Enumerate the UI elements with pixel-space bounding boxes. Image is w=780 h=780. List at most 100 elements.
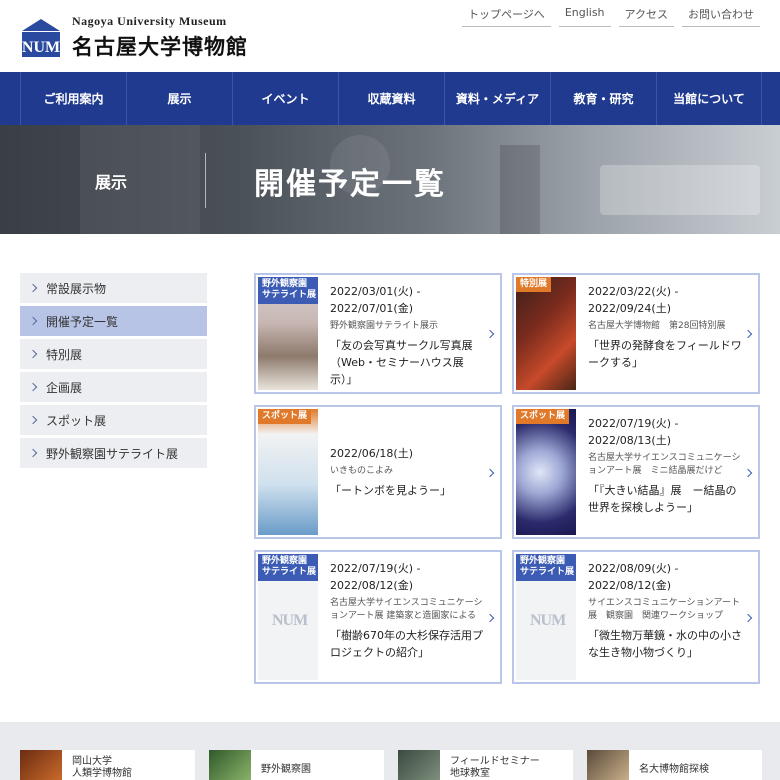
chevron-right-icon xyxy=(743,329,753,339)
svg-text:NUM: NUM xyxy=(22,39,60,56)
banner-okayama[interactable]: 岡山大学 人類学博物館 xyxy=(20,750,195,780)
sidebar-item-label: 野外観察園サテライト展 xyxy=(46,446,179,461)
exhibition-thumbnail: 野外観察園 サテライト展 NUM xyxy=(516,554,576,680)
exhibition-date: 2022/07/19(火) - 2022/08/12(金) xyxy=(330,562,421,592)
exhibition-thumbnail: 野外観察園 サテライト展 xyxy=(258,277,318,390)
exhibition-thumbnail: 特別展 xyxy=(516,277,576,390)
placeholder-logo-icon: NUM xyxy=(530,612,566,629)
footer-banner-strip: 岡山大学 人類学博物館 野外観察園 フィールドセミナー 地球教室 名大博物館探検 xyxy=(0,722,780,780)
global-nav: ご利用案内 展示 イベント 収蔵資料 資料・メディア 教育・研究 当館について xyxy=(0,72,780,125)
hero-divider xyxy=(205,153,206,208)
hero-decor-panel xyxy=(600,165,760,215)
page-title: 開催予定一覧 xyxy=(254,167,446,202)
logo-english-name: Nagoya University Museum xyxy=(72,14,227,28)
exhibition-organizer: いきものこよみ xyxy=(330,466,394,476)
chevron-right-icon xyxy=(485,613,495,623)
exhibition-organizer: 名古屋大学サイエンスコミュニケーションアート展 建築家と造園家による xyxy=(330,598,483,621)
sidebar-item-label: 特別展 xyxy=(46,347,83,362)
exhibition-date: 2022/03/22(火) - 2022/09/24(土) xyxy=(588,285,679,315)
banner-field-seminar[interactable]: フィールドセミナー 地球教室 xyxy=(398,750,573,780)
category-tag: 野外観察園 サテライト展 xyxy=(516,554,576,581)
exhibition-date: 2022/06/18(土) xyxy=(330,447,413,460)
museum-logo-icon: NUM xyxy=(20,17,62,59)
exhibition-title: 「『大きい結晶』展 ー結晶の世界を探検しようー」 xyxy=(588,484,737,514)
sidebar-item-label: 企画展 xyxy=(46,380,83,395)
util-link-contact[interactable]: お問い合わせ xyxy=(682,4,760,27)
nav-item-education[interactable]: 教育・研究 xyxy=(550,72,656,125)
hero-section-label: 展示 xyxy=(95,173,128,192)
util-link-top[interactable]: トップページへ xyxy=(462,4,551,27)
chevron-right-icon xyxy=(485,329,495,339)
page-hero: 展示 開催予定一覧 xyxy=(0,125,780,234)
exhibition-organizer: 名古屋大学サイエンスコミュニケーションアート展 ミニ結晶展だけど xyxy=(588,453,741,476)
chevron-right-icon xyxy=(28,283,38,293)
banner-label: 岡山大学 人類学博物館 xyxy=(72,756,132,779)
nav-item-about[interactable]: 当館について xyxy=(656,72,762,125)
exhibition-organizer: サイエンスコミュニケーションアート展 観察園 関連ワークショップ xyxy=(588,598,741,621)
exhibition-card[interactable]: スポット展 2022/07/19(火) - 2022/08/13(土) 名古屋大… xyxy=(512,405,760,539)
chevron-right-icon xyxy=(28,448,38,458)
chevron-right-icon xyxy=(485,468,495,478)
util-link-english[interactable]: English xyxy=(558,4,611,27)
exhibition-date: 2022/03/01(火) - 2022/07/01(金) xyxy=(330,285,421,315)
exhibition-thumbnail: スポット展 xyxy=(258,409,318,535)
exhibition-card[interactable]: 特別展 2022/03/22(火) - 2022/09/24(土) 名古屋大学博… xyxy=(512,273,760,394)
exhibition-thumbnail: スポット展 xyxy=(516,409,576,535)
exhibition-card[interactable]: 野外観察園 サテライト展 NUM 2022/07/19(火) - 2022/08… xyxy=(254,550,502,684)
banner-field-garden[interactable]: 野外観察園 xyxy=(209,750,384,780)
nav-item-exhibition[interactable]: 展示 xyxy=(126,72,232,125)
placeholder-logo-icon: NUM xyxy=(272,612,308,629)
banner-image xyxy=(20,750,62,780)
chevron-right-icon xyxy=(28,382,38,392)
exhibition-card[interactable]: スポット展 2022/06/18(土) いきものこよみ 「ートンボを見ようー」 xyxy=(254,405,502,539)
chevron-right-icon xyxy=(28,316,38,326)
exhibition-organizer: 名古屋大学博物館 第28回特別展 xyxy=(588,321,726,331)
sidebar-item-special[interactable]: 特別展 xyxy=(20,339,207,369)
exhibition-organizer: 野外観察園サテライト展示 xyxy=(330,321,439,331)
nav-item-events[interactable]: イベント xyxy=(232,72,338,125)
category-tag: スポット展 xyxy=(516,409,570,425)
banner-image xyxy=(209,750,251,780)
chevron-right-icon xyxy=(28,349,38,359)
banner-explorer[interactable]: 名大博物館探検 xyxy=(587,750,762,780)
chevron-right-icon xyxy=(28,415,38,425)
nav-item-media[interactable]: 資料・メディア xyxy=(444,72,550,125)
logo-japanese-name: 名古屋大学博物館 xyxy=(72,35,248,59)
category-tag: 野外観察園 サテライト展 xyxy=(258,554,318,581)
sidebar-item-label: 常設展示物 xyxy=(46,281,107,296)
sidebar-item-permanent[interactable]: 常設展示物 xyxy=(20,273,207,303)
sidebar-item-upcoming[interactable]: 開催予定一覧 xyxy=(20,306,207,336)
banner-label: 野外観察園 xyxy=(261,764,311,775)
chevron-right-icon xyxy=(743,613,753,623)
exhibition-title: 「世界の発酵食をフィールドワークする」 xyxy=(588,339,742,369)
banner-label: 名大博物館探検 xyxy=(639,764,709,775)
sidebar-item-satellite[interactable]: 野外観察園サテライト展 xyxy=(20,438,207,468)
exhibition-title: 「友の会写真サークル写真展（Web・セミナーハウス展示）」 xyxy=(330,339,473,386)
hero-decor-column xyxy=(500,145,540,234)
sidebar-menu: 常設展示物 開催予定一覧 特別展 企画展 スポット展 野外観察園サテライト展 xyxy=(20,273,207,471)
exhibition-title: 「樹齢670年の大杉保存活用プロジェクトの紹介」 xyxy=(330,629,483,659)
exhibition-thumbnail: 野外観察園 サテライト展 NUM xyxy=(258,554,318,680)
sidebar-item-spot[interactable]: スポット展 xyxy=(20,405,207,435)
nav-item-guide[interactable]: ご利用案内 xyxy=(20,72,126,125)
banner-image xyxy=(398,750,440,780)
exhibition-date: 2022/07/19(火) - 2022/08/13(土) xyxy=(588,417,679,447)
chevron-right-icon xyxy=(743,468,753,478)
site-header: NUM Nagoya University Museum 名古屋大学博物館 トッ… xyxy=(0,0,780,72)
exhibition-title: 「微生物万華鏡・水の中の小さな生き物小物づくり」 xyxy=(588,629,742,659)
nav-item-collections[interactable]: 収蔵資料 xyxy=(338,72,444,125)
sidebar-item-label: スポット展 xyxy=(46,413,107,428)
category-tag: スポット展 xyxy=(258,409,312,425)
site-logo[interactable]: NUM Nagoya University Museum 名古屋大学博物館 xyxy=(20,14,248,61)
exhibition-card[interactable]: 野外観察園 サテライト展 NUM 2022/08/09(火) - 2022/08… xyxy=(512,550,760,684)
banner-label: フィールドセミナー 地球教室 xyxy=(450,756,540,779)
exhibition-date: 2022/08/09(火) - 2022/08/12(金) xyxy=(588,562,679,592)
sidebar-item-label: 開催予定一覧 xyxy=(46,314,119,329)
exhibition-title: 「ートンボを見ようー」 xyxy=(330,484,451,497)
exhibition-card[interactable]: 野外観察園 サテライト展 2022/03/01(火) - 2022/07/01(… xyxy=(254,273,502,394)
util-link-access[interactable]: アクセス xyxy=(618,4,674,27)
utility-links: トップページへ English アクセス お問い合わせ xyxy=(462,4,760,27)
sidebar-item-planned[interactable]: 企画展 xyxy=(20,372,207,402)
category-tag: 野外観察園 サテライト展 xyxy=(258,277,318,304)
category-tag: 特別展 xyxy=(516,277,552,293)
